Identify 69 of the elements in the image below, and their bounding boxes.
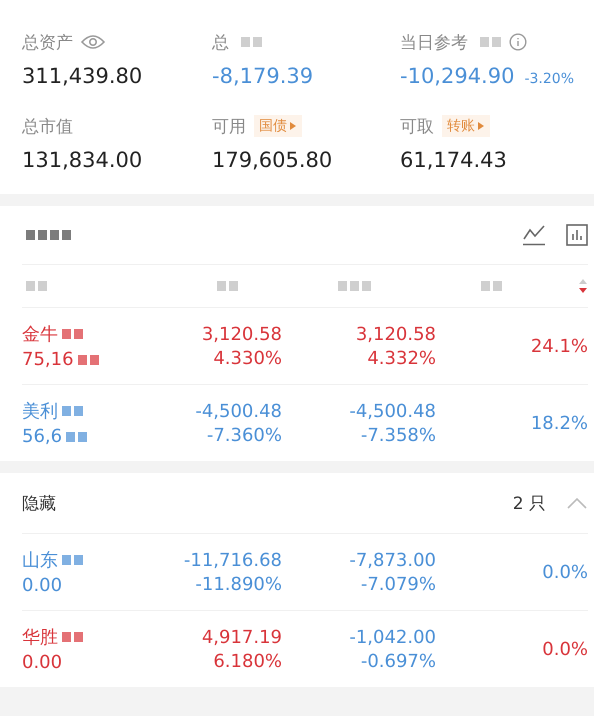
caret-icon	[289, 121, 297, 131]
change-percent: -3.20%	[524, 71, 574, 87]
profit-amount: -4,500.48	[195, 400, 282, 422]
redaction-mark	[481, 281, 502, 291]
profit-amount: 4,917.19	[202, 626, 282, 648]
redaction-mark	[26, 230, 71, 240]
summary-value: 131,834.00	[22, 148, 142, 172]
stock-name: 华胜	[22, 626, 58, 649]
redaction-mark	[480, 37, 501, 47]
badge-link[interactable]: 转账	[442, 115, 490, 137]
position-share: 0.0%	[542, 562, 588, 582]
holding-row[interactable]: 金牛 75,16 3,120.58 4.330% 3,120.58 4.332% 24.1%	[22, 307, 588, 384]
badge-link[interactable]: 国债	[254, 115, 302, 137]
holding-row[interactable]: 美利 56,6 -4,500.48 -7.360% -4,500.48 -7.358% 18.2%	[22, 384, 588, 461]
redaction-mark	[78, 354, 99, 364]
today-percent: -7.358%	[360, 424, 436, 446]
profit-percent: 4.330%	[213, 348, 282, 368]
market-value: 0.00	[22, 575, 62, 596]
summary-label: 总	[212, 32, 229, 54]
holding-row[interactable]: 华胜 0.00 4,917.19 6.180% -1,042.00 -0.697% 0.0%	[22, 610, 588, 687]
summary-label: 当日参考	[400, 32, 468, 54]
redaction-mark	[241, 37, 262, 47]
redaction-mark	[217, 281, 238, 291]
profit-amount: 3,120.58	[202, 324, 282, 344]
eye-icon[interactable]	[81, 34, 105, 50]
position-share: 0.0%	[542, 638, 588, 660]
market-value: 75,16	[22, 349, 74, 370]
bar-chart-icon[interactable]	[566, 224, 588, 246]
redaction-mark	[62, 406, 83, 416]
profit-percent: -11.890%	[195, 574, 282, 594]
redaction-mark	[62, 555, 83, 565]
today-amount: -7,873.00	[349, 550, 436, 570]
summary-label: 可取	[400, 116, 434, 138]
market-value: 0.00	[22, 652, 62, 673]
market-value: 56,6	[22, 426, 62, 447]
profit-percent: -7.360%	[206, 424, 282, 446]
stock-name: 金牛	[22, 323, 58, 346]
line-chart-icon[interactable]	[522, 224, 546, 246]
holding-row[interactable]: 山东 0.00 -11,716.68 -11.890% -7,873.00 -7.079% 0.0%	[22, 533, 588, 610]
today-percent: -0.697%	[360, 650, 436, 672]
stock-name: 山东	[22, 549, 58, 572]
summary-label: 总资产	[22, 32, 73, 54]
profit-amount: -11,716.68	[184, 550, 282, 570]
today-percent: -7.079%	[360, 574, 436, 594]
position-share: 18.2%	[530, 412, 588, 434]
redaction-mark	[26, 281, 47, 291]
summary-label: 可用	[212, 116, 246, 138]
section-title: 隐藏	[22, 492, 56, 514]
info-icon[interactable]	[509, 33, 527, 51]
redaction-mark	[62, 632, 83, 642]
summary-value: -8,179.39	[212, 64, 314, 88]
summary-value: -10,294.90	[400, 64, 514, 88]
today-amount: -4,500.48	[349, 400, 436, 422]
sort-icon[interactable]	[578, 278, 588, 294]
today-amount: 3,120.58	[356, 324, 436, 344]
redaction-mark	[66, 432, 88, 442]
summary-value: 179,605.80	[212, 148, 332, 172]
position-share: 24.1%	[530, 336, 588, 356]
redaction-mark	[62, 329, 83, 339]
hidden-count: 2 只	[512, 492, 546, 514]
today-percent: 4.332%	[367, 348, 436, 368]
today-amount: -1,042.00	[349, 626, 436, 648]
stock-name: 美利	[22, 400, 58, 423]
redaction-mark	[338, 281, 371, 291]
profit-percent: 6.180%	[213, 650, 282, 672]
summary-label: 总市值	[22, 116, 73, 138]
summary-value: 61,174.43	[400, 148, 507, 172]
caret-icon	[477, 121, 485, 131]
summary-value: 311,439.80	[22, 64, 142, 88]
